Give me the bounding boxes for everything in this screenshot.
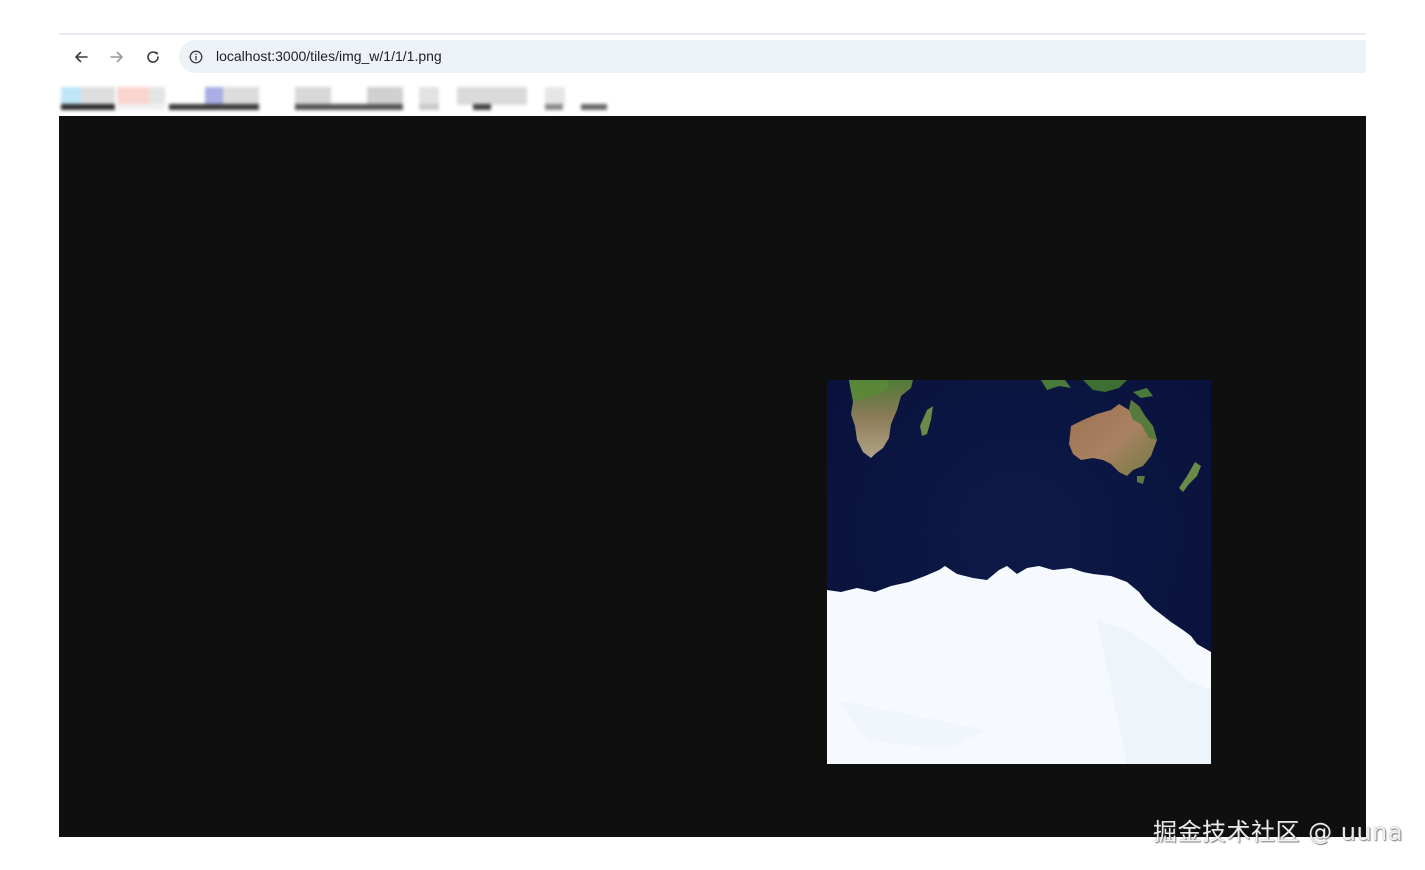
browser-toolbar: localhost:3000/tiles/img_w/1/1/1.png [59,38,1366,78]
map-tile-image [827,380,1211,764]
bookmark-item[interactable] [169,87,261,111]
address-bar[interactable]: localhost:3000/tiles/img_w/1/1/1.png [179,40,1366,73]
site-info-button[interactable] [187,48,204,65]
tab-strip-edge [59,33,1366,35]
bookmark-item[interactable] [117,87,167,111]
bookmarks-bar [59,83,1366,115]
page-viewport [59,116,1366,837]
info-icon [189,50,202,63]
bookmark-item[interactable] [419,87,529,111]
arrow-left-icon [75,51,88,63]
watermark: 掘金技术社区 @ uuna [1153,818,1404,846]
reload-icon [147,51,159,63]
arrow-right-icon [110,51,123,63]
satellite-map-tile [827,380,1211,764]
browser-window: localhost:3000/tiles/img_w/1/1/1.png [59,33,1366,837]
back-button[interactable] [67,42,95,72]
bookmark-item[interactable] [295,87,405,111]
forward-button[interactable] [103,42,131,72]
reload-button[interactable] [139,42,167,72]
bookmark-item[interactable] [545,87,611,111]
url-text[interactable]: localhost:3000/tiles/img_w/1/1/1.png [216,48,442,65]
bookmark-item[interactable] [61,87,117,111]
